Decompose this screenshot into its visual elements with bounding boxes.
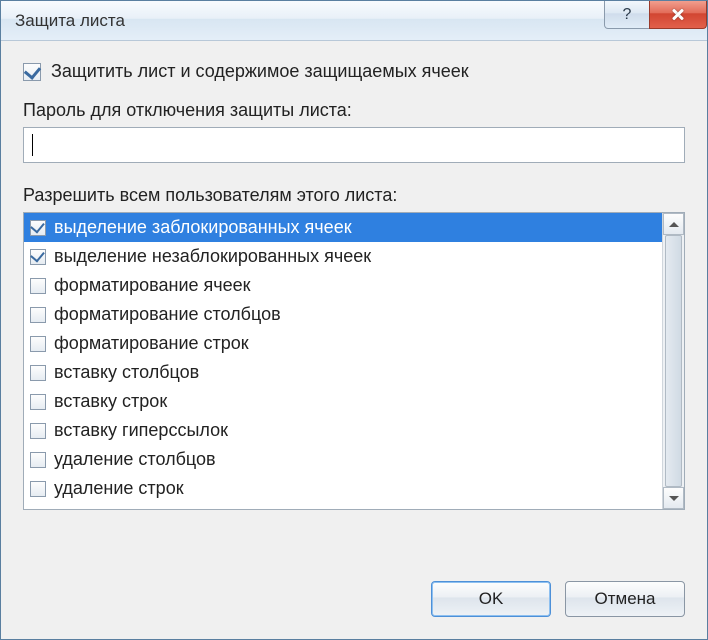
permission-label: форматирование столбцов [54,304,281,325]
dialog-footer: OK Отмена [1,581,707,639]
scroll-up-button[interactable] [663,213,684,235]
list-item[interactable]: удаление строк [24,474,662,503]
scroll-thumb[interactable] [665,235,682,487]
window-title: Защита листа [15,11,125,31]
permissions-label: Разрешить всем пользователям этого листа… [23,185,685,206]
scroll-down-button[interactable] [663,487,684,509]
list-item[interactable]: удаление столбцов [24,445,662,474]
permission-checkbox[interactable] [30,394,46,410]
list-item[interactable]: вставку строк [24,387,662,416]
password-label: Пароль для отключения защиты листа: [23,100,685,121]
protect-sheet-label: Защитить лист и содержимое защищаемых яч… [51,61,469,82]
ok-button-label: OK [479,589,504,609]
ok-button[interactable]: OK [431,581,551,617]
titlebar: Защита листа ? [1,1,707,41]
permission-checkbox[interactable] [30,249,46,265]
dialog-window: Защита листа ? Защитить лист и содержимо… [0,0,708,640]
permission-checkbox[interactable] [30,365,46,381]
permission-checkbox[interactable] [30,220,46,236]
text-caret [32,134,33,156]
protect-sheet-checkbox[interactable] [23,63,41,81]
list-item[interactable]: форматирование столбцов [24,300,662,329]
scroll-track[interactable] [663,235,684,487]
permission-label: выделение заблокированных ячеек [54,217,352,238]
permission-label: вставку строк [54,391,167,412]
permission-label: форматирование строк [54,333,249,354]
permission-label: вставку столбцов [54,362,199,383]
permission-label: форматирование ячеек [54,275,251,296]
cancel-button-label: Отмена [595,589,656,609]
list-item[interactable]: вставку столбцов [24,358,662,387]
chevron-down-icon [669,496,679,501]
help-icon: ? [623,6,632,24]
permission-checkbox[interactable] [30,336,46,352]
permission-checkbox[interactable] [30,278,46,294]
scrollbar[interactable] [662,213,684,509]
list-item[interactable]: форматирование ячеек [24,271,662,300]
close-button[interactable] [649,1,707,29]
protect-sheet-row: Защитить лист и содержимое защищаемых яч… [23,61,685,82]
chevron-up-icon [669,222,679,227]
permission-checkbox[interactable] [30,307,46,323]
permission-checkbox[interactable] [30,481,46,497]
list-item[interactable]: форматирование строк [24,329,662,358]
password-input[interactable] [23,127,685,163]
permissions-list-body[interactable]: выделение заблокированных ячеек выделение… [24,213,662,509]
permission-label: удаление столбцов [54,449,216,470]
list-item[interactable]: выделение незаблокированных ячеек [24,242,662,271]
permission-checkbox[interactable] [30,423,46,439]
permission-label: удаление строк [54,478,184,499]
permission-label: вставку гиперссылок [54,420,228,441]
permissions-list: выделение заблокированных ячеек выделение… [23,212,685,510]
permission-checkbox[interactable] [30,452,46,468]
window-controls: ? [605,1,707,29]
close-icon [669,8,687,22]
list-item[interactable]: выделение заблокированных ячеек [24,213,662,242]
permission-label: выделение незаблокированных ячеек [54,246,371,267]
help-button[interactable]: ? [604,1,650,29]
dialog-content: Защитить лист и содержимое защищаемых яч… [1,41,707,581]
list-item[interactable]: вставку гиперссылок [24,416,662,445]
cancel-button[interactable]: Отмена [565,581,685,617]
